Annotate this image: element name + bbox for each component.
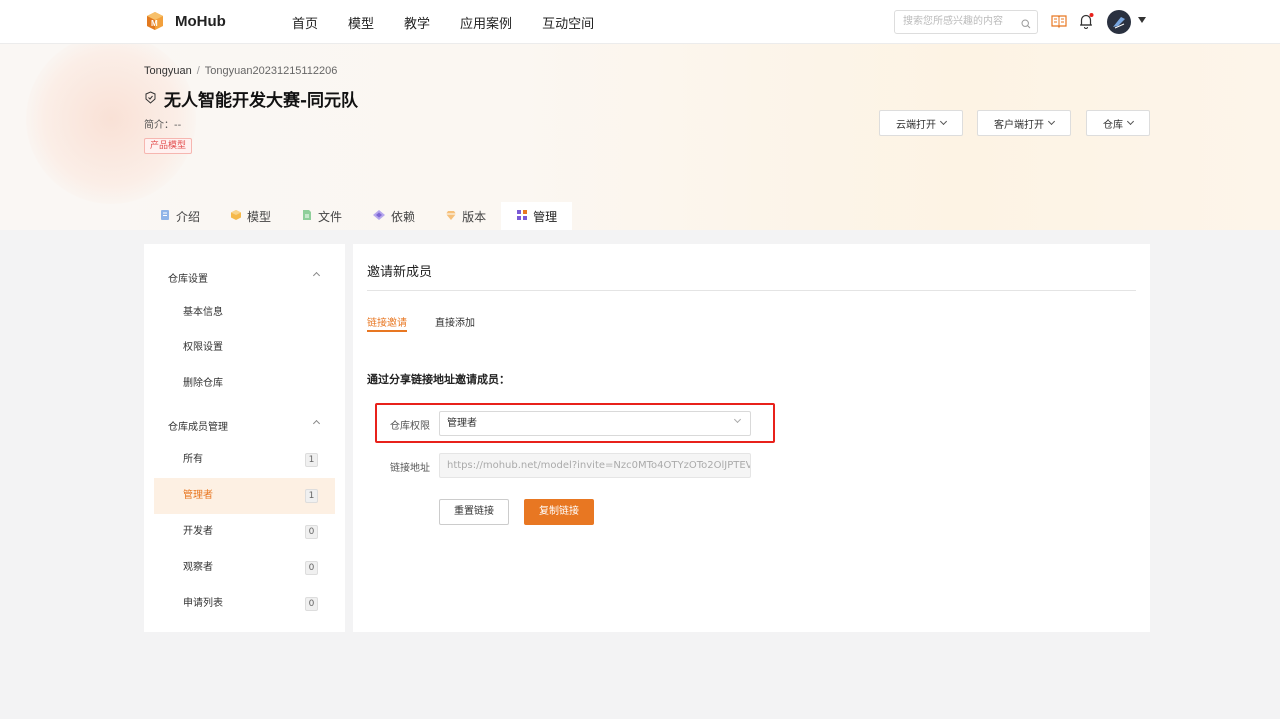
cloud-open-label: 云端打开 [896,119,936,131]
count-badge: 0 [305,525,318,539]
chevron-up-icon[interactable] [312,271,321,280]
file-icon [301,209,313,224]
main-nav: 首页 模型 教学 应用案例 互动空间 [292,0,624,44]
count-badge: 0 [305,597,318,611]
tab-versions-label: 版本 [462,209,487,224]
invite-link-field[interactable]: https://mohub.net/model?invite=Nzc0MTo4O… [439,453,751,478]
client-open-label: 客户端打开 [994,119,1044,131]
repo-intro: 简介：-- [144,120,182,131]
sidebar-item-permissions[interactable]: 权限设置 [154,330,335,366]
tab-manage[interactable]: 管理 [501,202,573,230]
breadcrumb-root[interactable]: Tongyuan [144,65,192,77]
count-badge: 1 [305,489,318,503]
sidebar-item-label: 观察者 [183,562,213,573]
account-dropdown-icon[interactable] [1138,17,1146,23]
tab-manage-label: 管理 [533,209,558,224]
sidebar-item-basic-info[interactable]: 基本信息 [154,295,335,331]
permission-label: 仓库权限 [390,421,430,432]
nav-teaching[interactable]: 教学 [404,13,430,32]
chevron-up-icon[interactable] [312,419,321,428]
chevron-down-icon [939,117,948,126]
chevron-down-icon [1126,117,1135,126]
top-navbar: M MoHub 首页 模型 教学 应用案例 互动空间 搜索您所感兴趣的内容 [0,0,1280,44]
breadcrumb: Tongyuan / Tongyuan20231215112206 [144,65,337,77]
sidebar-item-applications[interactable]: 申请列表 0 [154,586,335,622]
tab-link-invite[interactable]: 链接邀请 [367,314,407,329]
nav-models[interactable]: 模型 [348,13,374,32]
repository-menu-label: 仓库 [1103,119,1123,131]
chevron-down-icon [733,415,742,424]
repository-menu-button[interactable]: 仓库 [1086,110,1150,136]
sidebar-item-all[interactable]: 所有 1 [154,442,335,478]
reset-link-button[interactable]: 重置链接 [439,499,509,525]
nav-home[interactable]: 首页 [292,13,318,32]
active-tab-indicator [367,330,407,332]
mohub-logo-icon: M [145,11,165,31]
grid-icon [516,209,528,224]
product-model-tag: 产品模型 [144,138,193,154]
count-badge: 1 [305,453,318,467]
sidebar-item-label: 开发者 [183,526,213,537]
sidebar-item-admins[interactable]: 管理者 1 [154,478,335,514]
diamond-icon [445,209,457,224]
tab-intro[interactable]: 介绍 [144,202,215,230]
tab-direct-add[interactable]: 直接添加 [435,314,475,329]
tab-files-label: 文件 [318,209,343,224]
tab-model[interactable]: 模型 [215,202,286,230]
breadcrumb-current: Tongyuan20231215112206 [204,65,338,77]
docs-book-icon[interactable] [1050,12,1068,30]
tab-dependencies[interactable]: 依赖 [357,202,430,230]
tab-model-label: 模型 [247,209,272,224]
sidebar-item-label: 所有 [183,454,203,465]
svg-text:M: M [151,19,158,28]
cube-icon [230,209,242,224]
divider [367,290,1136,291]
cloud-open-button[interactable]: 云端打开 [879,110,963,136]
tab-dependencies-label: 依赖 [391,209,416,224]
breadcrumb-separator: / [196,65,200,77]
permission-select[interactable]: 管理者 [439,411,751,436]
link-label: 链接地址 [390,463,430,474]
invite-panel: 邀请新成员 链接邀请 直接添加 通过分享链接地址邀请成员： 仓库权限 管理者 链… [353,244,1150,632]
user-avatar[interactable] [1107,10,1131,34]
nav-cases[interactable]: 应用案例 [460,13,512,32]
dependency-icon [372,209,386,224]
sidebar-item-label: 申请列表 [183,598,223,609]
sidebar-item-delete-repo[interactable]: 删除仓库 [154,366,335,402]
sidebar-group-repo-settings[interactable]: 仓库设置 [168,270,208,285]
section-title: 通过分享链接地址邀请成员： [367,373,510,386]
permission-value: 管理者 [447,418,477,429]
sidebar-item-label: 管理者 [183,490,213,501]
notification-bell-icon[interactable] [1077,12,1095,30]
chevron-down-icon [1047,117,1056,126]
document-icon [159,209,171,224]
repo-title-row: 无人智能开发大赛-同元队 [144,86,358,111]
verified-badge-icon [144,90,157,107]
brand-name: MoHub [175,12,226,30]
search-icon[interactable] [1021,16,1031,29]
repo-tabs: 介绍 模型 文件 依赖 版本 管理 [144,202,573,230]
sidebar-item-developers[interactable]: 开发者 0 [154,514,335,550]
tab-intro-label: 介绍 [176,209,201,224]
page-title: 无人智能开发大赛-同元队 [164,91,359,111]
panel-heading: 邀请新成员 [367,265,433,280]
settings-sidebar: 仓库设置 基本信息 权限设置 删除仓库 仓库成员管理 所有 1 管理者 1 开发者 0… [144,244,345,632]
copy-link-button[interactable]: 复制链接 [524,499,594,525]
sidebar-group-members[interactable]: 仓库成员管理 [168,418,228,433]
client-open-button[interactable]: 客户端打开 [977,110,1071,136]
count-badge: 0 [305,561,318,575]
tab-versions[interactable]: 版本 [430,202,501,230]
search-placeholder: 搜索您所感兴趣的内容 [903,16,1003,27]
nav-community[interactable]: 互动空间 [542,13,594,32]
tab-files[interactable]: 文件 [286,202,357,230]
brand-logo[interactable]: M MoHub [145,11,226,31]
search-input[interactable]: 搜索您所感兴趣的内容 [894,10,1038,34]
sidebar-item-observers[interactable]: 观察者 0 [154,550,335,586]
